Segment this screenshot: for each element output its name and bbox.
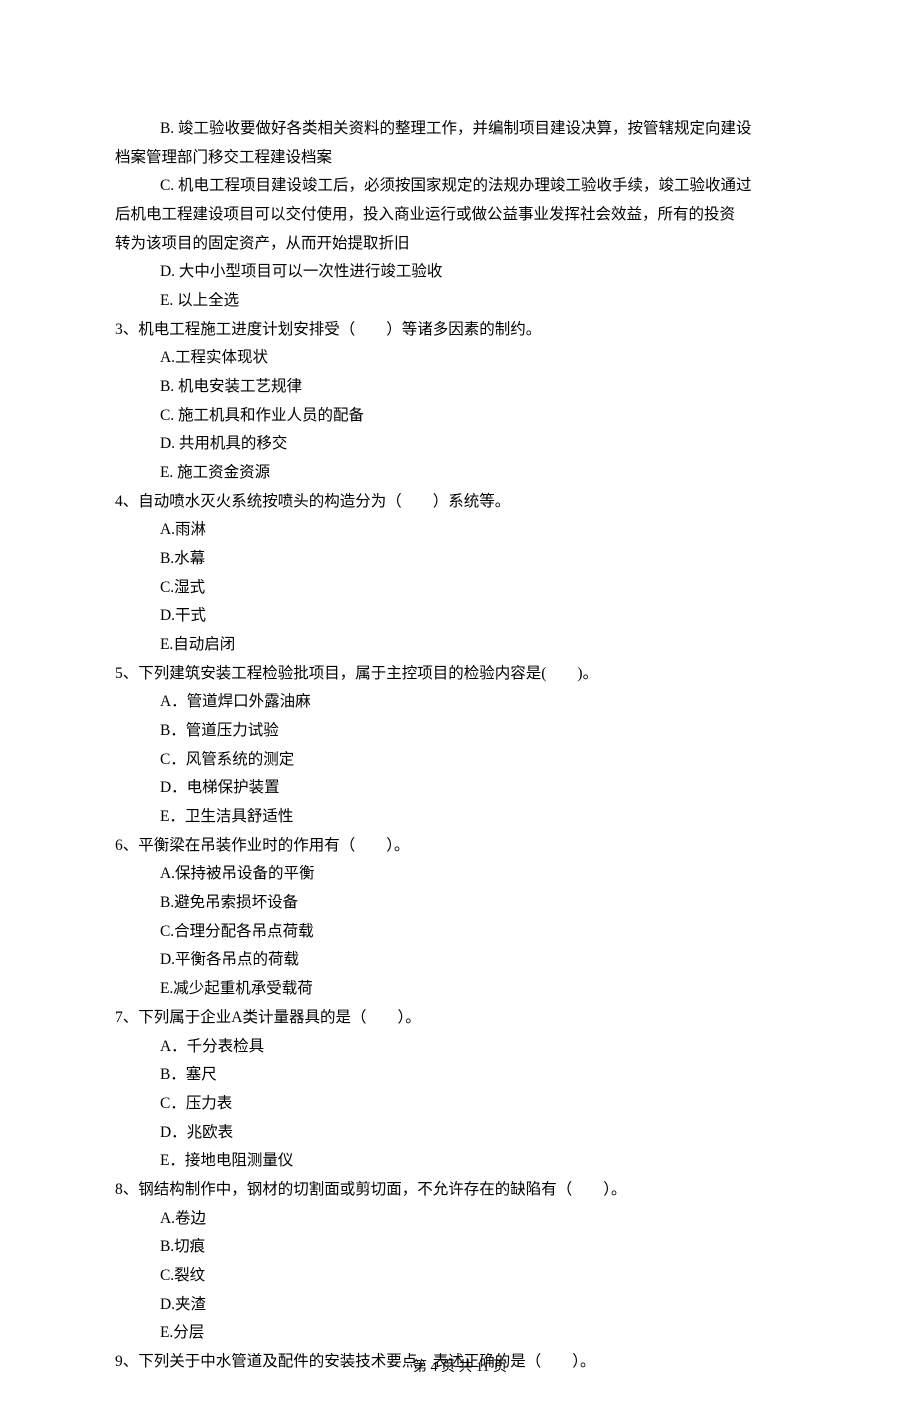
q8-option-b: B.切痕: [115, 1233, 805, 1262]
q4-option-e: E.自动启闭: [115, 631, 805, 660]
q3-option-c: C. 施工机具和作业人员的配备: [115, 402, 805, 431]
q6-option-a: A.保持被吊设备的平衡: [115, 860, 805, 889]
q2-option-c-line3: 转为该项目的固定资产，从而开始提取折旧: [115, 230, 805, 259]
q3-option-e: E. 施工资金资源: [115, 459, 805, 488]
page-footer: 第 4 页 共 11 页: [0, 1355, 920, 1381]
q8-stem: 8、钢结构制作中，钢材的切割面或剪切面，不允许存在的缺陷有（ ）。: [115, 1176, 805, 1205]
q4-option-a: A.雨淋: [115, 516, 805, 545]
q7-stem: 7、下列属于企业A类计量器具的是（ ）。: [115, 1004, 805, 1033]
q5-option-a: A．管道焊口外露油麻: [115, 688, 805, 717]
q7-option-c: C．压力表: [115, 1090, 805, 1119]
q7-option-d: D．兆欧表: [115, 1119, 805, 1148]
q4-option-d: D.干式: [115, 602, 805, 631]
q7-option-e: E．接地电阻测量仪: [115, 1147, 805, 1176]
q2-option-c-line2: 后机电工程建设项目可以交付使用，投入商业运行或做公益事业发挥社会效益，所有的投资: [115, 201, 805, 230]
q8-option-d: D.夹渣: [115, 1291, 805, 1320]
q6-option-b: B.避免吊索损坏设备: [115, 889, 805, 918]
q4-stem: 4、自动喷水灭火系统按喷头的构造分为（ ）系统等。: [115, 488, 805, 517]
q8-option-c: C.裂纹: [115, 1262, 805, 1291]
q8-option-a: A.卷边: [115, 1205, 805, 1234]
q2-option-b-line1: B. 竣工验收要做好各类相关资料的整理工作，并编制项目建设决算，按管辖规定向建设: [115, 115, 805, 144]
q2-option-c-line1: C. 机电工程项目建设竣工后，必须按国家规定的法规办理竣工验收手续，竣工验收通过: [115, 172, 805, 201]
q6-option-d: D.平衡各吊点的荷载: [115, 946, 805, 975]
q7-option-a: A．千分表检具: [115, 1033, 805, 1062]
q5-option-d: D．电梯保护装置: [115, 774, 805, 803]
q3-option-b: B. 机电安装工艺规律: [115, 373, 805, 402]
q5-option-e: E．卫生洁具舒适性: [115, 803, 805, 832]
q4-option-c: C.湿式: [115, 574, 805, 603]
q2-option-d: D. 大中小型项目可以一次性进行竣工验收: [115, 258, 805, 287]
q3-option-a: A.工程实体现状: [115, 344, 805, 373]
q2-option-e: E. 以上全选: [115, 287, 805, 316]
q3-option-d: D. 共用机具的移交: [115, 430, 805, 459]
q6-stem: 6、平衡梁在吊装作业时的作用有（ ）。: [115, 832, 805, 861]
q5-option-c: C．风管系统的测定: [115, 746, 805, 775]
q8-option-e: E.分层: [115, 1319, 805, 1348]
q3-stem: 3、机电工程施工进度计划安排受（ ）等诸多因素的制约。: [115, 316, 805, 345]
q6-option-c: C.合理分配各吊点荷载: [115, 918, 805, 947]
q6-option-e: E.减少起重机承受载荷: [115, 975, 805, 1004]
q5-option-b: B．管道压力试验: [115, 717, 805, 746]
q2-option-b-line2: 档案管理部门移交工程建设档案: [115, 144, 805, 173]
q4-option-b: B.水幕: [115, 545, 805, 574]
q7-option-b: B．塞尺: [115, 1061, 805, 1090]
q5-stem: 5、下列建筑安装工程检验批项目，属于主控项目的检验内容是( )。: [115, 660, 805, 689]
